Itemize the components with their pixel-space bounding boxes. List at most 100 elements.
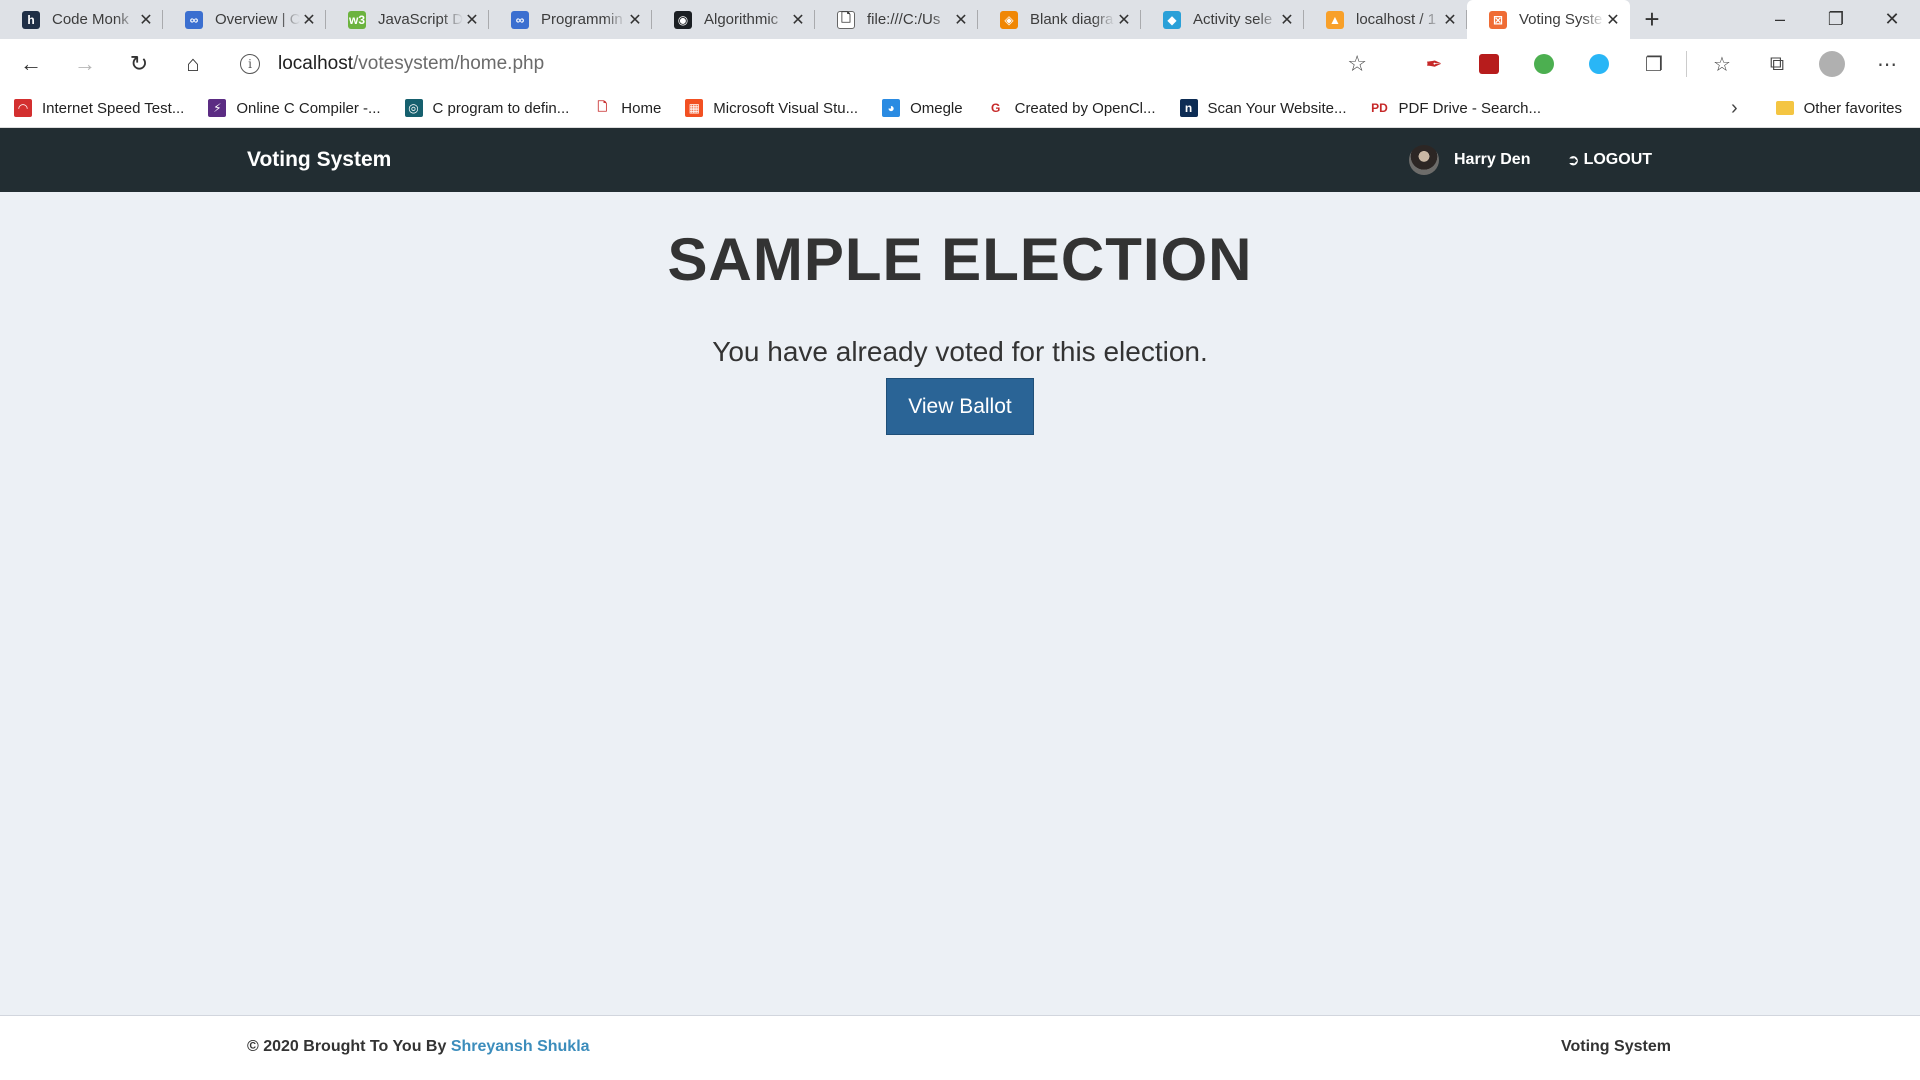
extension-icons: ✒ ❐ ☆ ⧉ ⋯ [1399,44,1907,84]
tab-favicon-icon: ◉ [674,10,692,29]
bookmark-item[interactable]: ⚡ Online C Compiler -... [194,99,390,117]
chevron-right-icon[interactable]: › [1731,97,1738,120]
browser-tab[interactable]: w3 JavaScript D ✕ [326,0,489,39]
tab-title: Code Monk [52,11,129,28]
tab-title: JavaScript D [378,11,463,28]
bookmark-label: C program to defin... [432,99,570,117]
bookmark-item[interactable]: ▦ Microsoft Visual Stu... [671,99,868,117]
folder-icon [1775,101,1794,115]
refresh-icon[interactable]: ↻ [116,44,162,84]
browser-tab[interactable]: h Code Monk ✕ [0,0,163,39]
extension-copy-icon[interactable]: ❐ [1634,44,1674,84]
tab-close-icon[interactable]: ✕ [1604,10,1622,30]
bookmark-label: Online C Compiler -... [236,99,381,117]
browser-tab[interactable]: 🗋 file:///C:/Us ✕ [815,0,978,39]
tab-title: localhost / 1 [1356,11,1437,28]
logout-button[interactable]: ➲ LOGOUT [1567,128,1652,192]
browser-tab[interactable]: ⊠ Voting Syste ✕ [1467,0,1630,39]
bookmark-item[interactable]: PD PDF Drive - Search... [1357,99,1552,117]
tab-favicon-icon: ▲ [1326,10,1344,29]
forward-icon[interactable]: → [62,44,108,84]
bookmark-label: Scan Your Website... [1207,99,1347,117]
minimize-icon[interactable]: – [1752,0,1808,39]
tab-close-icon[interactable]: ✕ [463,10,481,30]
tab-favicon-icon: ∞ [511,10,529,29]
copyright-prefix: © 2020 Brought To You By [247,1038,451,1055]
address-bar[interactable]: i localhost/votesystem/home.php ☆ [226,44,1381,84]
site-info-icon[interactable]: i [240,54,260,74]
browser-tab[interactable]: ∞ Programmin ✕ [489,0,652,39]
main-content: SAMPLE ELECTION You have already voted f… [0,192,1920,1015]
extension-dropper-icon[interactable]: ✒ [1414,44,1454,84]
tab-close-icon[interactable]: ✕ [1115,10,1133,30]
bookmark-favicon-icon: G [986,99,1005,117]
tab-favicon-icon: ◈ [1000,10,1018,29]
bookmark-label: Omegle [910,99,963,117]
logout-icon: ➲ [1567,152,1580,169]
tab-close-icon[interactable]: ✕ [137,10,155,30]
bookmark-list: ◠ Internet Speed Test... ⚡ Online C Compile… [0,99,1551,117]
tab-title: Programmin [541,11,623,28]
window-controls: – ❐ ✕ [1752,0,1920,39]
tab-favicon-icon: 🗋 [837,10,855,29]
tab-title: Algorithmic [704,11,779,28]
favorites-icon[interactable]: ☆ [1702,44,1742,84]
bookmark-favicon-icon: n [1179,99,1198,117]
tab-title: file:///C:/Us [867,11,941,28]
tab-close-icon[interactable]: ✕ [952,10,970,30]
voted-notice: You have already voted for this election… [712,336,1208,367]
bookmark-favicon-icon: ◕ [882,99,901,117]
new-tab-button[interactable]: + [1630,0,1674,39]
bookmark-favicon-icon: 🗋 [593,99,612,117]
tab-title: Activity sele [1193,11,1273,28]
bookmark-item[interactable]: n Scan Your Website... [1166,99,1357,117]
tab-favicon-icon: w3 [348,10,366,29]
bookmark-favicon-icon: PD [1370,99,1389,117]
close-window-icon[interactable]: ✕ [1864,0,1920,39]
bookmark-item[interactable]: ◎ C program to defin... [391,99,580,117]
back-icon[interactable]: ← [8,44,54,84]
tab-favicon-icon: ◆ [1163,10,1181,29]
tab-close-icon[interactable]: ✕ [1441,10,1459,30]
bookmark-label: Internet Speed Test... [42,99,185,117]
browser-toolbar: ← → ↻ ⌂ i localhost/votesystem/home.php … [0,39,1920,89]
profile-icon[interactable] [1812,44,1852,84]
extension-swirl-icon[interactable] [1579,44,1619,84]
tab-close-icon[interactable]: ✕ [626,10,644,30]
user-menu[interactable]: Harry Den [1409,128,1530,192]
bookmark-label: Created by OpenCl... [1014,99,1156,117]
tab-title: Voting Syste [1519,11,1603,28]
tab-favicon-icon: h [22,10,40,29]
bookmark-item[interactable]: 🗋 Home [579,99,671,117]
browser-tab[interactable]: ▲ localhost / 1 ✕ [1304,0,1467,39]
bookmark-label: PDF Drive - Search... [1398,99,1542,117]
bookmark-favicon-icon: ⚡ [208,99,227,117]
tab-close-icon[interactable]: ✕ [789,10,807,30]
favorite-star-icon[interactable]: ☆ [1347,51,1367,77]
author-link[interactable]: Shreyansh Shukla [451,1038,590,1055]
bookmarks-bar: ◠ Internet Speed Test... ⚡ Online C Compile… [0,89,1920,128]
bookmark-favicon-icon: ▦ [685,99,704,117]
view-ballot-button[interactable]: View Ballot [886,378,1034,435]
brand-link[interactable]: Voting System [247,128,391,192]
browser-tab[interactable]: ◈ Blank diagra ✕ [978,0,1141,39]
bookmark-item[interactable]: G Created by OpenCl... [973,99,1166,117]
more-icon[interactable]: ⋯ [1867,44,1907,84]
extension-plus-icon[interactable] [1524,44,1564,84]
acrobat-icon[interactable] [1469,44,1509,84]
tab-close-icon[interactable]: ✕ [300,10,318,30]
tab-close-icon[interactable]: ✕ [1278,10,1296,30]
browser-tab[interactable]: ◆ Activity sele ✕ [1141,0,1304,39]
url-host: localhost [278,53,353,74]
restore-icon[interactable]: ❐ [1808,0,1864,39]
page-footer: © 2020 Brought To You By Shreyansh Shukl… [0,1015,1920,1080]
toolbar-divider [1686,51,1687,77]
browser-tab[interactable]: ∞ Overview | C ✕ [163,0,326,39]
browser-tab[interactable]: ◉ Algorithmic ✕ [652,0,815,39]
bookmark-item[interactable]: ◕ Omegle [868,99,973,117]
collections-icon[interactable]: ⧉ [1757,44,1797,84]
home-icon[interactable]: ⌂ [170,44,216,84]
bookmark-item[interactable]: ◠ Internet Speed Test... [0,99,194,117]
election-title: SAMPLE ELECTION [667,226,1253,293]
other-favorites[interactable]: Other favorites [1762,100,1920,117]
